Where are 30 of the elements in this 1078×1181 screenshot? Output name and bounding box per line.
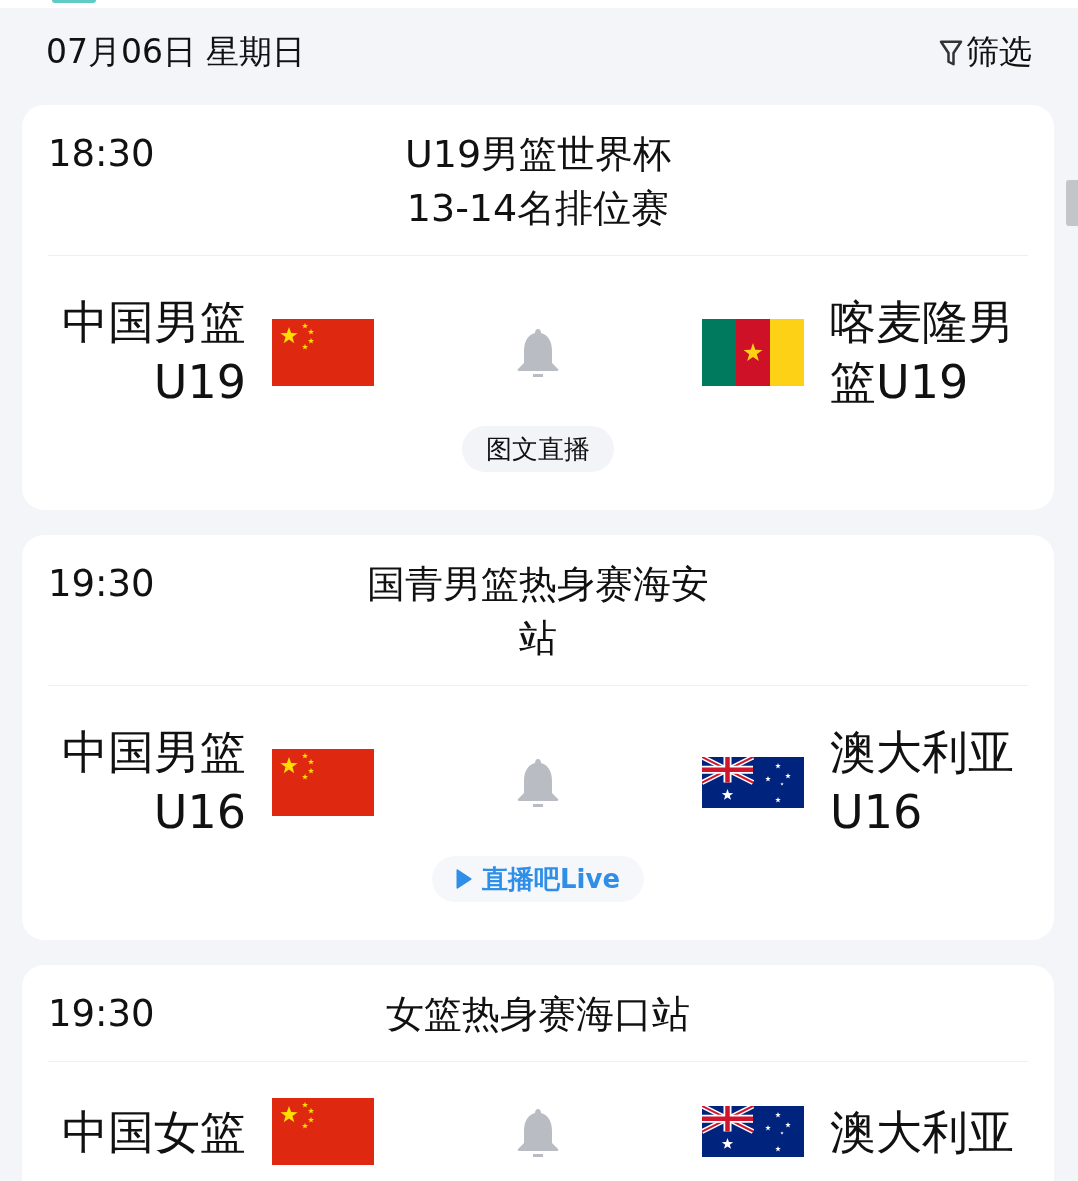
date-heading: 07月06日 星期日 <box>46 31 306 73</box>
australia-flag-icon <box>702 756 804 808</box>
match-title: U19男篮世界杯 13-14名排位赛 <box>404 131 672 232</box>
match-time: 19:30 <box>48 991 155 1037</box>
filter-button[interactable]: 筛选 <box>938 30 1032 75</box>
match-time: 19:30 <box>48 561 155 607</box>
text-live-button[interactable]: 图文直播 <box>462 426 614 472</box>
team-name: 澳大利亚 <box>830 1103 1015 1161</box>
china-flag-icon <box>272 318 374 386</box>
match-title: 女篮热身赛海口站 <box>386 991 690 1038</box>
match-card[interactable]: 19:30 国青男篮热身赛海安 站 中国男篮 U16 澳大利亚 U16 直播吧Live <box>22 535 1054 940</box>
team-name: 中国男篮 U16 <box>61 724 246 841</box>
tab-indicator <box>52 0 96 3</box>
match-card[interactable]: 19:30 女篮热身赛海口站 中国女篮 澳大利亚 <box>22 965 1054 1181</box>
match-title: 国青男篮热身赛海安 站 <box>367 561 709 662</box>
bell-icon[interactable] <box>515 757 561 807</box>
australia-flag-icon <box>702 1106 804 1157</box>
china-flag-icon <box>272 748 374 816</box>
china-flag-icon <box>272 1098 374 1165</box>
bell-icon[interactable] <box>515 327 561 377</box>
cameroon-flag-icon <box>702 318 804 386</box>
match-time: 18:30 <box>48 131 155 177</box>
team-name: 中国男篮 U19 <box>61 294 246 411</box>
team-name: 澳大利亚 U16 <box>830 724 1015 841</box>
team-name: 喀麦隆男 篮U19 <box>830 294 1015 411</box>
team-name: 中国女篮 <box>61 1103 246 1161</box>
match-card[interactable]: 18:30 U19男篮世界杯 13-14名排位赛 中国男篮 U19 喀麦隆男 篮U19 图文直播 <box>22 105 1054 510</box>
play-icon <box>455 869 472 889</box>
bell-icon[interactable] <box>515 1106 561 1157</box>
scrollbar[interactable] <box>1066 180 1078 226</box>
